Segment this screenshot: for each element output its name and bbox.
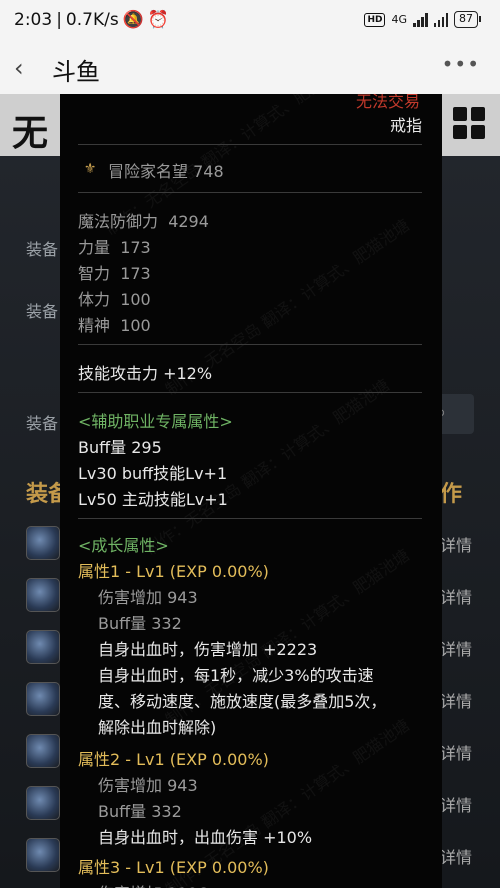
attr1-buff: Buff量 332	[98, 614, 182, 633]
site-logo: 无	[12, 112, 49, 154]
attr1-effect: 度、移动速度、施放速度(最多叠加5次，	[98, 692, 387, 711]
support-header: <辅助职业专属属性>	[78, 412, 233, 431]
item-type: 戒指	[389, 116, 422, 135]
stat-row: 魔法防御力 4294	[78, 212, 209, 231]
more-options-icon[interactable]: •••	[442, 52, 480, 76]
divider	[78, 392, 422, 393]
app-title: 斗鱼	[52, 58, 100, 86]
detail-link[interactable]: 详情	[440, 844, 472, 868]
status-bar: 2:03 | 0.7K/s 🔕 ⏰ HD 4G 87	[0, 0, 500, 42]
adventurer-fame: ⚜ 冒险家名望 748	[80, 158, 224, 182]
detail-link[interactable]: 详情	[440, 688, 472, 712]
app-bar: ‹ 斗鱼 •••	[0, 42, 500, 94]
equip-label: 装备	[26, 240, 59, 259]
attr2-buff: Buff量 332	[98, 802, 182, 821]
divider	[78, 144, 422, 145]
detail-link[interactable]: 详情	[440, 740, 472, 764]
section-title-right: 作	[440, 482, 463, 507]
attr1-effect: 自身出血时，每1秒，减少3%的攻击速	[98, 666, 374, 685]
attr3-title: 属性3 - Lv1 (EXP 0.00%)	[78, 858, 269, 877]
stat-row: 智力 173	[78, 264, 151, 283]
skill-attack: 技能攻击力 +12%	[78, 364, 213, 383]
support-buff: Buff量 295	[78, 438, 162, 457]
detail-link[interactable]: 详情	[440, 584, 472, 608]
back-arrow-icon[interactable]: ‹	[14, 54, 24, 82]
attr2-damage: 伤害增加 943	[98, 776, 198, 795]
item-tooltip: 制作：无名空岛 翻译：计算式、肥猫池塘 制作：无名空岛 翻译：计算式、肥猫池塘 …	[60, 94, 442, 888]
growth-header: <成长属性>	[78, 536, 169, 555]
stat-row: 体力 100	[78, 290, 151, 309]
support-lv30: Lv30 buff技能Lv+1	[78, 464, 228, 483]
divider	[78, 192, 422, 193]
divider	[78, 344, 422, 345]
stat-row: 精神 100	[78, 316, 151, 335]
attr2-effect: 自身出血时，出血伤害 +10%	[98, 828, 313, 847]
support-lv50: Lv50 主动技能Lv+1	[78, 490, 228, 509]
detail-link[interactable]: 详情	[440, 792, 472, 816]
network-speed: 0.7K/s	[65, 10, 119, 30]
equip-label: 装备	[26, 302, 59, 321]
hd-badge: HD	[364, 12, 386, 27]
separator: |	[56, 10, 62, 30]
equipment-slot-icon[interactable]	[26, 578, 60, 612]
attr3-damage: 伤害增加 1196	[98, 880, 208, 888]
equipment-slot-icon[interactable]	[26, 734, 60, 768]
equipment-slot-icon[interactable]	[26, 682, 60, 716]
trade-status: 无法交易	[355, 94, 420, 111]
signal-icon-2	[433, 12, 448, 27]
equipment-slot-icon[interactable]	[26, 838, 60, 872]
grid-menu-icon[interactable]	[453, 107, 485, 139]
equipment-slot-icon[interactable]	[26, 630, 60, 664]
detail-link[interactable]: 详情	[440, 532, 472, 556]
signal-icon	[413, 12, 428, 27]
mute-bell-icon: 🔕	[122, 10, 144, 30]
fame-text: 冒险家名望 748	[108, 162, 224, 181]
attr2-title: 属性2 - Lv1 (EXP 0.00%)	[78, 750, 269, 769]
attr1-damage: 伤害增加 943	[98, 588, 198, 607]
equipment-slot-icon[interactable]	[26, 786, 60, 820]
battery-icon: 87	[454, 11, 481, 28]
attr1-title: 属性1 - Lv1 (EXP 0.00%)	[78, 562, 269, 581]
clock: 2:03	[14, 10, 53, 30]
equipment-slot-icon[interactable]	[26, 526, 60, 560]
divider	[78, 518, 422, 519]
fame-crest-icon: ⚜	[83, 161, 97, 177]
detail-link[interactable]: 详情	[440, 636, 472, 660]
alarm-icon: ⏰	[147, 10, 170, 30]
attr1-effect: 自身出血时，伤害增加 +2223	[98, 640, 318, 659]
network-4g-label: 4G	[391, 13, 407, 26]
attr1-effect: 解除出血时解除)	[98, 718, 217, 737]
stat-row: 力量 173	[78, 238, 151, 257]
equip-label: 装备	[26, 414, 59, 433]
